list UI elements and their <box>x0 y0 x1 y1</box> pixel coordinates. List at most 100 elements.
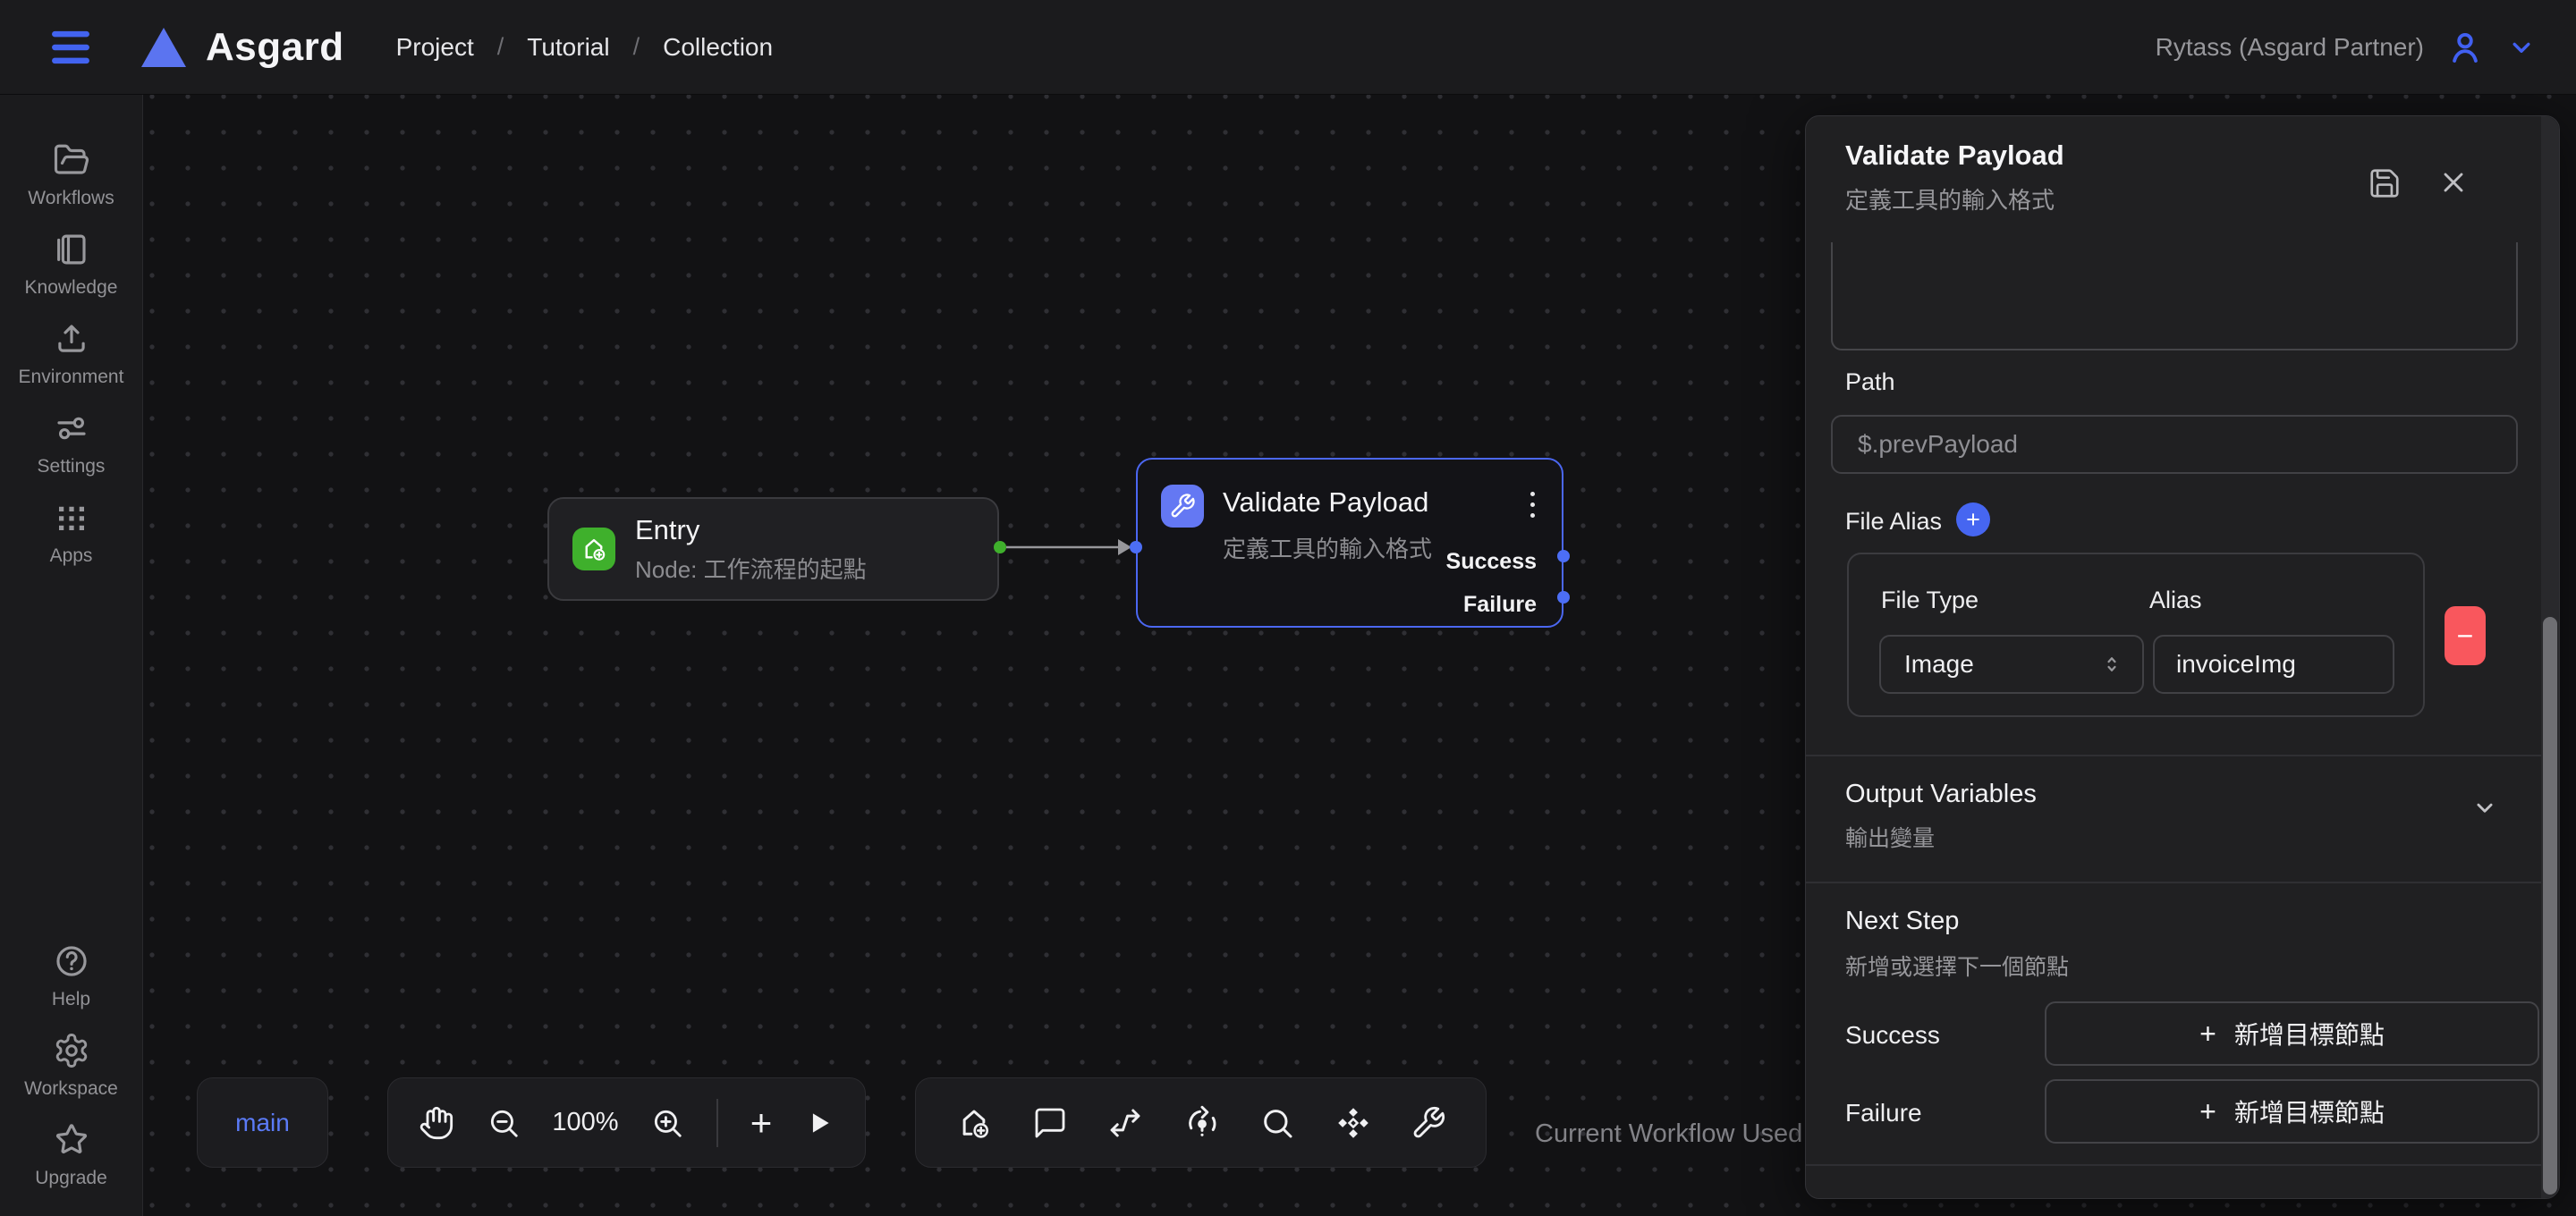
upload-icon <box>53 320 90 358</box>
breadcrumb: Project / Tutorial / Collection <box>396 33 773 62</box>
remove-file-alias-button[interactable]: − <box>2445 606 2486 665</box>
save-button[interactable] <box>2364 163 2405 204</box>
brand: Asgard <box>140 25 344 70</box>
sidebar-item-workspace[interactable]: Workspace <box>2 1032 141 1100</box>
output-variables-title: Output Variables <box>1845 780 2037 809</box>
zoom-out-button[interactable] <box>487 1106 521 1140</box>
account-menu[interactable]: Rytass (Asgard Partner) <box>2156 28 2576 67</box>
node-menu-button[interactable] <box>1527 488 1538 521</box>
alias-input[interactable]: invoiceImg <box>2153 635 2394 694</box>
star-icon <box>53 1121 90 1159</box>
home-plus-icon <box>580 535 608 563</box>
add-failure-target-button[interactable]: + 新增目標節點 <box>2045 1079 2539 1144</box>
breadcrumb-collection[interactable]: Collection <box>663 33 773 62</box>
kebab-dot <box>1530 513 1535 518</box>
close-icon <box>2437 166 2470 198</box>
sidebar-item-label: Workflows <box>28 188 114 209</box>
sidebar-item-settings[interactable]: Settings <box>2 410 141 477</box>
sidebar-item-apps[interactable]: Apps <box>2 499 141 567</box>
panel-scrollbar-track <box>2541 116 2559 1198</box>
sidebar-bottom-nav: Help Workspace Upgrade <box>2 942 141 1189</box>
tools-button[interactable] <box>1411 1105 1446 1141</box>
sidebar: Workflows Knowledge Environment Settings <box>0 95 143 1216</box>
entry-output-handle[interactable] <box>994 541 1006 553</box>
play-icon <box>804 1108 835 1138</box>
file-type-select[interactable]: Image <box>1879 635 2144 694</box>
wrench-icon <box>1411 1105 1446 1141</box>
help-circle-icon <box>53 942 90 980</box>
home-plus-icon <box>955 1104 993 1142</box>
output-variables-collapse-button[interactable] <box>2466 789 2504 826</box>
validate-node-subtitle: 定義工具的輸入格式 <box>1223 531 1432 564</box>
refresh-bulb-icon <box>1183 1104 1221 1142</box>
node-entry[interactable]: Entry Node: 工作流程的起點 <box>547 497 999 601</box>
file-type-label: File Type <box>1881 587 1979 614</box>
validate-success-handle[interactable] <box>1557 550 1570 562</box>
node-validate-payload[interactable]: Validate Payload 定義工具的輸入格式 Success Failu… <box>1136 458 1563 628</box>
auto-layout-button[interactable] <box>1335 1104 1372 1142</box>
sidebar-item-label: Knowledge <box>25 277 118 299</box>
validate-node-icon <box>1161 485 1204 528</box>
plus-icon: + <box>2199 1095 2216 1128</box>
validate-input-handle[interactable] <box>1130 541 1142 553</box>
select-chevrons-icon <box>2099 652 2124 677</box>
swap-connections-button[interactable] <box>1106 1104 1144 1142</box>
output-variables-subtitle: 輸出變量 <box>1845 821 1935 853</box>
close-panel-button[interactable] <box>2434 163 2473 202</box>
validate-failure-handle[interactable] <box>1557 591 1570 604</box>
alias-input-value: invoiceImg <box>2176 650 2296 679</box>
sidebar-item-help[interactable]: Help <box>2 942 141 1010</box>
entry-node-icon <box>572 528 615 570</box>
search-icon <box>1259 1105 1295 1141</box>
sidebar-item-label: Environment <box>19 367 124 388</box>
hamburger-menu-button[interactable] <box>50 30 91 65</box>
plus-icon: + <box>1966 508 1980 532</box>
alias-label: Alias <box>2149 587 2202 614</box>
breadcrumb-tutorial[interactable]: Tutorial <box>527 33 609 62</box>
file-type-value: Image <box>1904 650 1974 679</box>
panel-divider <box>1806 1164 2560 1166</box>
plus-icon: + <box>750 1104 773 1142</box>
next-step-failure-label: Failure <box>1845 1099 1922 1127</box>
path-input[interactable]: $.prevPayload <box>1831 415 2518 474</box>
pan-tool-button[interactable] <box>419 1105 454 1141</box>
add-button[interactable]: + <box>750 1104 773 1142</box>
sidebar-item-workflows[interactable]: Workflows <box>2 141 141 209</box>
topbar: Asgard Project / Tutorial / Collection R… <box>0 0 2576 95</box>
branch-label: main <box>235 1109 290 1137</box>
sidebar-item-knowledge[interactable]: Knowledge <box>2 231 141 299</box>
add-file-alias-button[interactable]: + <box>1956 502 1990 536</box>
chevron-down-icon <box>2470 792 2500 823</box>
next-step-title: Next Step <box>1845 907 1959 936</box>
add-entry-node-button[interactable] <box>955 1104 993 1142</box>
zoom-level: 100% <box>552 1108 618 1137</box>
wrench-icon <box>1169 493 1196 519</box>
sidebar-item-label: Workspace <box>24 1078 118 1100</box>
breadcrumb-project[interactable]: Project <box>396 33 474 62</box>
panel-scrollbar-thumb[interactable] <box>2543 617 2557 1195</box>
add-success-target-button[interactable]: + 新增目標節點 <box>2045 1001 2539 1066</box>
breadcrumb-separator: / <box>497 33 504 61</box>
panel-divider <box>1806 755 2560 756</box>
kebab-dot <box>1530 492 1535 496</box>
zoom-in-button[interactable] <box>650 1106 684 1140</box>
sidebar-item-upgrade[interactable]: Upgrade <box>2 1121 141 1189</box>
branch-button[interactable]: main <box>197 1077 328 1168</box>
node-tools-toolbar <box>915 1077 1487 1168</box>
sliders-icon <box>53 410 90 447</box>
comment-button[interactable] <box>1032 1105 1068 1141</box>
entry-node-texts: Entry Node: 工作流程的起點 <box>635 514 867 585</box>
file-alias-card: File Type Alias Image invoiceImg <box>1847 553 2425 717</box>
kebab-dot <box>1530 502 1535 507</box>
next-step-success-label: Success <box>1845 1021 1940 1050</box>
run-workflow-button[interactable] <box>804 1108 835 1138</box>
search-button[interactable] <box>1259 1105 1295 1141</box>
sidebar-item-environment[interactable]: Environment <box>2 320 141 388</box>
sidebar-item-label: Upgrade <box>35 1168 107 1189</box>
schema-textarea[interactable] <box>1831 242 2518 350</box>
validate-output-success: Success <box>1446 549 1537 575</box>
breadcrumb-separator: / <box>633 33 640 61</box>
rerun-suggestion-button[interactable] <box>1183 1104 1221 1142</box>
next-step-subtitle: 新增或選擇下一個節點 <box>1845 950 2069 982</box>
panel-subtitle: 定義工具的輸入格式 <box>1845 182 2055 215</box>
